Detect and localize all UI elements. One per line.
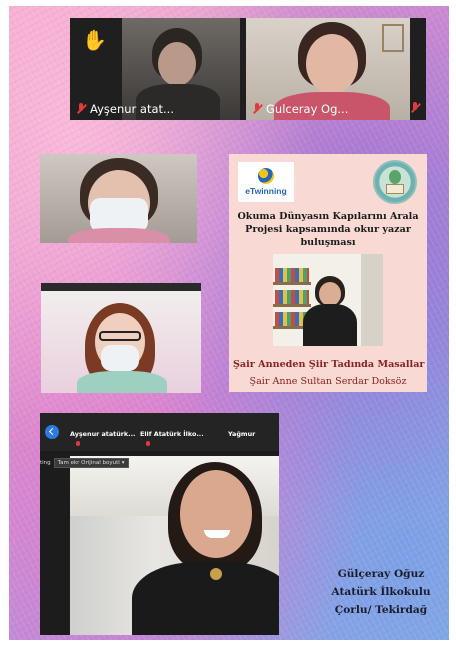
event-info-card: eTwinning Okuma Dünyasın Kapılarını Aral…: [229, 154, 427, 392]
wall-frame: [382, 24, 404, 52]
active-speaker-video[interactable]: [70, 456, 279, 635]
card-author: Şair Anne Sultan Serdar Doksöz: [249, 376, 407, 387]
participant-name-1[interactable]: Ayşenur atatürk...: [70, 430, 135, 438]
raised-hand-icon: ✋: [82, 28, 107, 52]
view-options: ting Tam ekr Orijinal boyutl ▾: [40, 456, 160, 470]
participant-label-aysenur: Ayşenur atat...: [76, 102, 174, 116]
mic-off-icon: [410, 102, 420, 114]
meeting-strip: ✋ Ayşenur atat... Gulceray Og...: [70, 18, 426, 120]
card-subtitle: Şair Anneden Şiir Tadında Masallar: [233, 359, 425, 370]
window-bar: [41, 283, 201, 291]
project-badge: [373, 160, 417, 204]
pendant: [210, 568, 222, 580]
etwinning-logo: eTwinning: [238, 162, 294, 202]
mic-off-icon: [76, 441, 80, 446]
participant-label-gulceray: Gulceray Og...: [252, 102, 348, 116]
smile: [204, 530, 230, 538]
chevron-down-icon: ▾: [121, 460, 125, 466]
view-size-select[interactable]: Tam ekr Orijinal boyutl ▾: [53, 458, 129, 468]
mic-off-icon: [252, 103, 262, 115]
author-photo: [273, 254, 383, 346]
signature-block: Gülçeray Oğuz Atatürk İlkokulu Çorlu/ Te…: [331, 568, 431, 616]
glasses: [99, 331, 141, 341]
mic-off-icon: [76, 103, 86, 115]
card-title: Okuma Dünyasın Kapılarını Arala Projesi …: [237, 211, 419, 248]
mic-off-icon: [146, 441, 150, 446]
participant-name-2[interactable]: Elif Atatürk İlko...: [140, 430, 204, 438]
video-tile-student-2[interactable]: [41, 283, 201, 393]
video-tile-student-1[interactable]: [40, 154, 197, 243]
back-arrow-icon[interactable]: [45, 425, 59, 439]
zoom-window: Ayşenur atatürk... Elif Atatürk İlko... …: [40, 413, 279, 635]
participant-name-3[interactable]: Yağmur: [228, 430, 255, 438]
